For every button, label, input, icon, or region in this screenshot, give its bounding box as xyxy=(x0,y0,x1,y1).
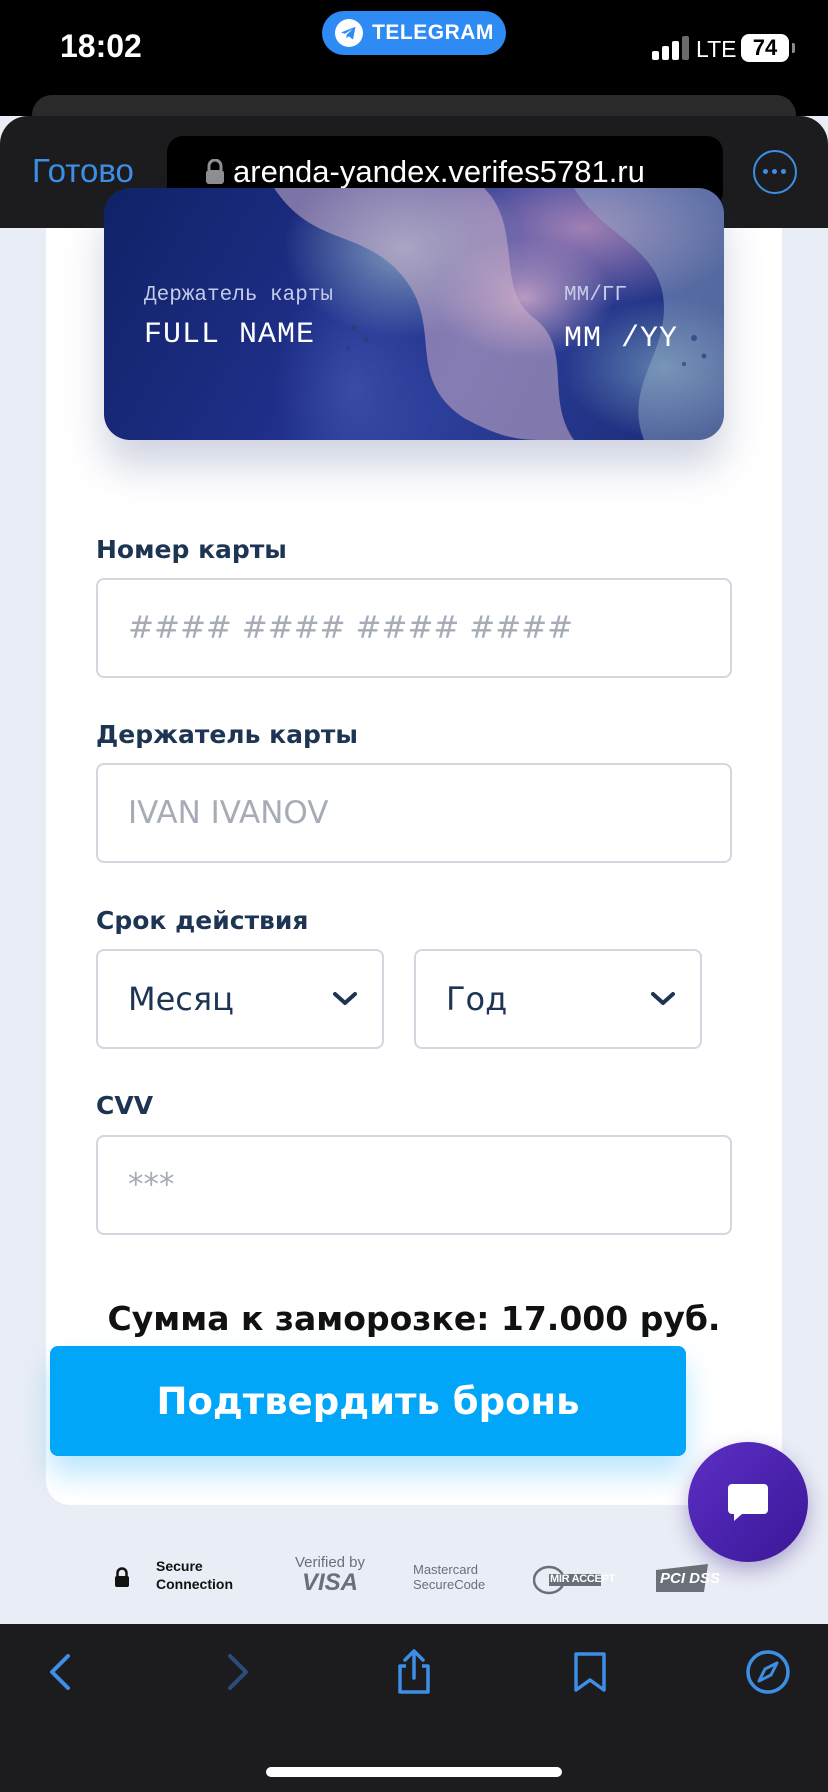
secure-connection-badge: Secure Connection xyxy=(156,1558,233,1592)
chat-bubble-icon xyxy=(728,1484,768,1521)
browser-toolbar xyxy=(0,1624,828,1792)
verified-by-visa-logo: Verified by VISA xyxy=(294,1554,366,1596)
forward-icon[interactable] xyxy=(212,1648,260,1696)
chevron-down-icon xyxy=(333,992,357,1005)
security-badges: Secure Connection Verified by VISA Maste… xyxy=(0,1542,828,1622)
card-holder-input[interactable] xyxy=(96,763,732,863)
telegram-icon xyxy=(335,19,364,47)
padlock-icon xyxy=(115,1567,129,1587)
card-preview: Держатель карты FULL NAME ММ/ГГ MM /YY xyxy=(104,188,724,440)
compass-icon[interactable] xyxy=(744,1648,792,1696)
cvv-label: CVV xyxy=(96,1091,154,1120)
telegram-label: TELEGRAM xyxy=(372,21,494,44)
share-icon[interactable] xyxy=(390,1648,438,1696)
back-icon[interactable] xyxy=(38,1648,86,1696)
cellular-signal-icon xyxy=(652,36,690,60)
cvv-input[interactable] xyxy=(96,1135,732,1235)
confirm-booking-button[interactable]: Подтвердить бронь xyxy=(50,1346,686,1456)
card-holder-caption: Держатель карты xyxy=(144,284,334,307)
battery-icon: 74 xyxy=(741,34,795,62)
pci-dss-logo: PCI DSS xyxy=(654,1562,728,1596)
network-type: LTE xyxy=(696,36,737,62)
card-expiry-caption: ММ/ГГ xyxy=(564,284,628,307)
card-expiry-value: MM /YY xyxy=(564,322,679,356)
page-content: Держатель карты FULL NAME ММ/ГГ MM /YY Н… xyxy=(0,188,828,1624)
telegram-return-pill[interactable]: TELEGRAM xyxy=(322,11,506,55)
mir-accept-logo: MIR ACCEPT xyxy=(533,1565,615,1595)
card-holder-value: FULL NAME xyxy=(144,318,316,352)
year-select[interactable]: Год xyxy=(414,949,702,1049)
card-pattern xyxy=(274,188,724,440)
year-select-value: Год xyxy=(446,980,508,1018)
home-indicator xyxy=(266,1767,562,1777)
more-options-icon[interactable] xyxy=(753,150,797,194)
chevron-down-icon xyxy=(651,992,675,1005)
status-time: 18:02 xyxy=(60,28,142,64)
freeze-amount-text: Сумма к заморозке: 17.000 руб. xyxy=(107,1299,721,1338)
done-button[interactable]: Готово xyxy=(32,152,134,190)
card-holder-label: Держатель карты xyxy=(96,720,358,749)
expiry-label: Срок действия xyxy=(96,906,309,935)
month-select[interactable]: Месяц xyxy=(96,949,384,1049)
card-number-input[interactable] xyxy=(96,578,732,678)
lock-icon xyxy=(206,159,224,184)
bookmarks-icon[interactable] xyxy=(566,1648,614,1696)
card-number-label: Номер карты xyxy=(96,535,287,564)
mastercard-securecode-logo: Mastercard SecureCode xyxy=(413,1562,486,1592)
month-select-value: Месяц xyxy=(128,980,234,1018)
url-text: arenda-yandex.verifes5781.ru xyxy=(233,154,645,189)
